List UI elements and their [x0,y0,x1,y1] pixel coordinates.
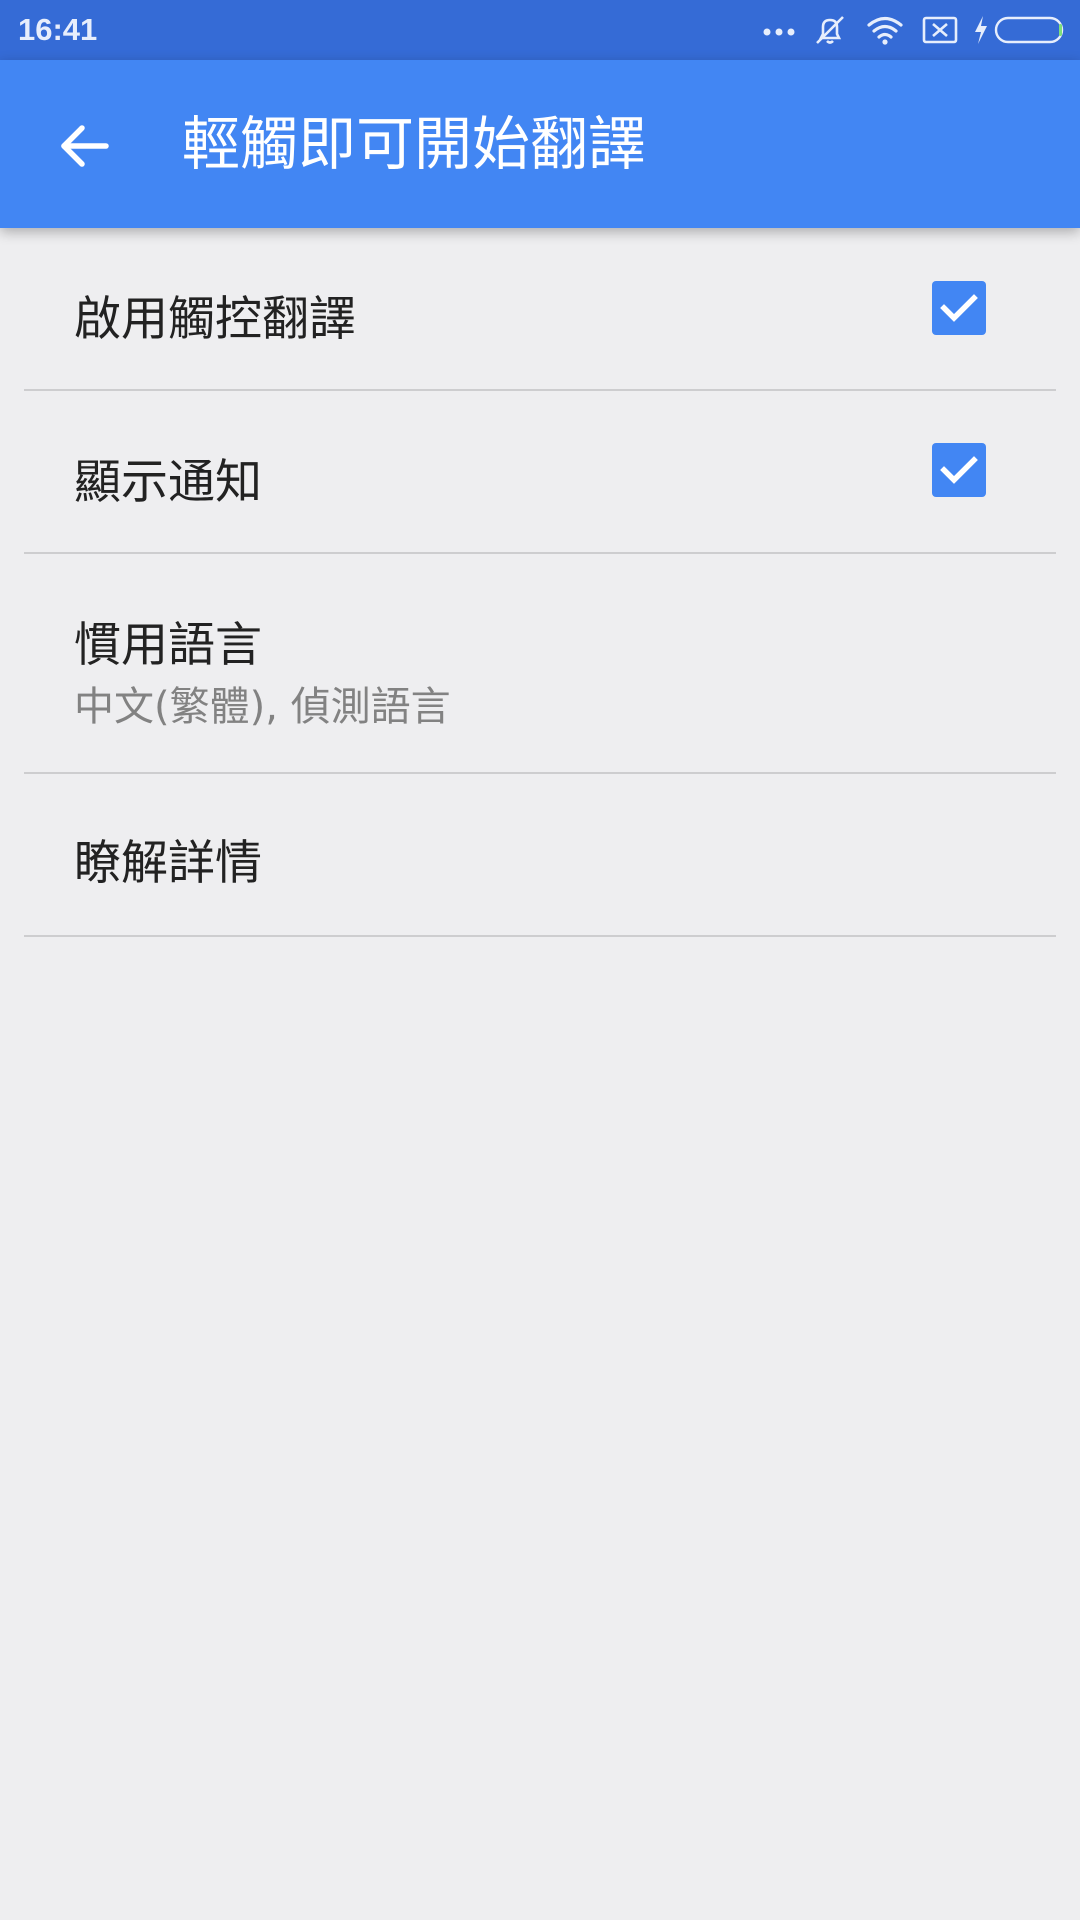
back-button[interactable] [48,110,120,182]
enable-tap-translate-row[interactable]: 啟用觸控翻譯 [24,228,1056,391]
show-notification-checkbox[interactable] [932,443,986,497]
show-notification-row[interactable]: 顯示通知 [24,391,1056,554]
status-bar: 16:41 [0,0,1080,60]
learn-more-label: 瞭解詳情 [74,836,262,891]
enable-tap-translate-label: 啟用觸控翻譯 [74,292,356,347]
charging-icon [972,15,990,45]
preferred-languages-label: 慣用語言 [74,618,262,673]
page-title: 輕觸即可開始翻譯 [182,110,647,178]
checkmark-icon [939,291,979,325]
enable-tap-translate-checkbox[interactable] [932,281,986,335]
battery-icon [994,15,1066,45]
more-dots-icon [762,24,796,36]
status-time: 16:41 [18,12,98,47]
arrow-back-icon [58,120,110,172]
status-icons [762,12,1066,48]
vibrate-off-icon [812,12,848,48]
preferred-languages-row[interactable]: 慣用語言 中文(繁體), 偵測語言 [24,554,1056,774]
settings-list: 啟用觸控翻譯 顯示通知 慣用語言 中文(繁體), 偵測語言 瞭解詳情 [0,228,1080,937]
app-bar: 輕觸即可開始翻譯 [0,60,1080,228]
learn-more-row[interactable]: 瞭解詳情 [24,774,1056,937]
checkmark-icon [939,453,979,487]
show-notification-label: 顯示通知 [74,455,262,510]
wifi-icon [866,14,904,46]
sim-x-icon [922,15,958,45]
preferred-languages-value: 中文(繁體), 偵測語言 [74,684,451,730]
